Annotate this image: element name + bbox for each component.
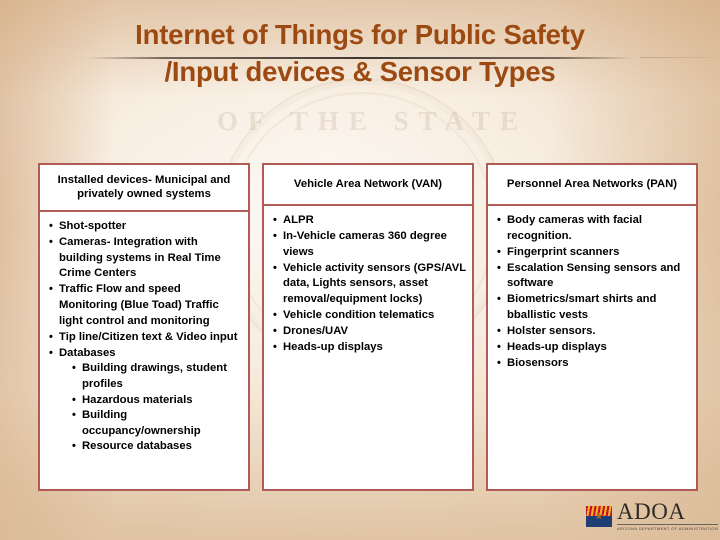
list-item-label: Cameras- Integration with building syste… [59, 236, 221, 280]
list-item: • ALPR [272, 213, 466, 229]
bullet-icon: • [72, 393, 76, 406]
sub-list-item: • Building occupancy/ownership [71, 408, 242, 439]
bullet-icon: • [273, 309, 277, 322]
bullet-icon: • [497, 341, 501, 354]
list-item: • Shot-spotter [48, 219, 242, 235]
column-header: Installed devices- Municipal and private… [40, 165, 248, 212]
list-item-label: Body cameras with facial recognition. [507, 214, 642, 242]
table-column: Personnel Area Networks (PAN) • Body camer… [486, 163, 698, 491]
sub-list-item-label: Hazardous materials [82, 393, 193, 406]
list-item: • Drones/UAV [272, 324, 466, 340]
list-item-label: Shot-spotter [59, 220, 127, 232]
bullet-icon: • [497, 293, 501, 306]
bullet-icon: • [49, 346, 53, 359]
list-item: • Escalation Sensing sensors and software [496, 261, 690, 292]
list-item-label: Vehicle condition telematics [283, 309, 435, 322]
table-column: Vehicle Area Network (VAN) • ALPR • In-Vehic… [262, 163, 474, 491]
sub-bullet-list: • Building drawings, student profiles • Haz… [59, 361, 242, 455]
list-item: • Heads-up displays [496, 340, 690, 356]
bullet-icon: • [49, 236, 53, 249]
page-title: Internet of Things for Public Safety /In… [0, 16, 720, 90]
sub-list-item-label: Building occupancy/ownership [82, 409, 201, 437]
adoa-wordmark: ADOA [617, 499, 686, 524]
seal-watermark-text: OF THE STATE [217, 106, 529, 136]
bullet-icon: • [72, 362, 76, 375]
bullet-icon: • [273, 325, 277, 338]
list-item: • Heads-up displays [272, 340, 466, 356]
title-line-2: /Input devices & Sensor Types [164, 56, 556, 87]
list-item-label: Escalation Sensing sensors and software [507, 261, 681, 290]
list-item: • In-Vehicle cameras 360 degree views [272, 229, 466, 260]
adoa-subtitle: ARIZONA DEPARTMENT OF ADMINISTRATION [617, 524, 719, 531]
bullet-icon: • [273, 214, 277, 226]
list-item-label: Heads-up displays [507, 341, 607, 354]
list-item-label: Drones/UAV [283, 325, 349, 338]
arizona-flag-icon [586, 505, 612, 527]
list-item-label: In-Vehicle cameras 360 degree views [283, 230, 447, 258]
sub-list-item-label: Building drawings, student profiles [82, 362, 227, 390]
slide-canvas: OF THE STATE Internet of Things for Publ… [0, 0, 720, 540]
bullet-icon: • [497, 261, 501, 274]
list-item-label: Databases [59, 346, 116, 359]
list-item-label: Biometrics/smart shirts and bballistic v… [507, 293, 657, 322]
bullet-list: • Shot-spotter • Cameras- Integration with … [48, 219, 242, 455]
adoa-logo-text: ADOA ARIZONA DEPARTMENT OF ADMINISTRATIO… [617, 499, 719, 532]
list-item: • Vehicle activity sensors (GPS/AVL data,… [272, 261, 466, 308]
column-body: • ALPR • In-Vehicle cameras 360 degree view… [264, 206, 472, 489]
column-header: Vehicle Area Network (VAN) [264, 165, 472, 206]
list-item: • Body cameras with facial recognition. [496, 213, 690, 244]
column-header: Personnel Area Networks (PAN) [488, 165, 696, 206]
sensor-types-table: Installed devices- Municipal and private… [38, 163, 698, 491]
bullet-icon: • [49, 330, 53, 343]
list-item: • Databases • Building drawings, student pr… [48, 346, 242, 455]
list-item: • Holster sensors. [496, 324, 690, 340]
bullet-icon: • [273, 261, 277, 274]
list-item-label: Biosensors [507, 357, 569, 370]
table-column: Installed devices- Municipal and private… [38, 163, 250, 491]
bullet-icon: • [72, 440, 76, 453]
bullet-icon: • [49, 283, 53, 296]
sub-list-item-label: Resource databases [82, 440, 192, 453]
bullet-icon: • [72, 409, 76, 422]
bullet-icon: • [497, 214, 501, 226]
column-body: • Shot-spotter • Cameras- Integration with … [40, 212, 248, 489]
list-item-label: Fingerprint scanners [507, 245, 620, 258]
bullet-icon: • [49, 220, 53, 232]
bullet-list: • ALPR • In-Vehicle cameras 360 degree view… [272, 213, 466, 356]
list-item: • Biosensors [496, 356, 690, 372]
bullet-list: • Body cameras with facial recognition. • F… [496, 213, 690, 372]
list-item: • Fingerprint scanners [496, 245, 690, 261]
sub-list-item: • Resource databases [71, 439, 242, 455]
list-item-label: Tip line/Citizen text & Video input [59, 330, 238, 343]
list-item-label: Traffic Flow and speed Monitoring (Blue … [59, 283, 219, 327]
bullet-icon: • [497, 245, 501, 258]
list-item-label: ALPR [283, 214, 314, 226]
bullet-icon: • [497, 357, 501, 370]
list-item: • Vehicle condition telematics [272, 308, 466, 324]
list-item: • Cameras- Integration with building syst… [48, 235, 242, 282]
list-item-label: Vehicle activity sensors (GPS/AVL data, … [283, 261, 466, 305]
list-item-label: Heads-up displays [283, 341, 383, 354]
title-line-1: Internet of Things for Public Safety [135, 19, 585, 50]
adoa-logo: ADOA ARIZONA DEPARTMENT OF ADMINISTRATIO… [586, 498, 719, 534]
list-item: • Tip line/Citizen text & Video input [48, 330, 242, 346]
bullet-icon: • [497, 325, 501, 338]
bullet-icon: • [273, 341, 277, 354]
sub-list-item: • Building drawings, student profiles [71, 361, 242, 392]
bullet-icon: • [273, 230, 277, 243]
list-item: • Biometrics/smart shirts and bballistic … [496, 292, 690, 323]
list-item: • Traffic Flow and speed Monitoring (Blue… [48, 282, 242, 329]
list-item-label: Holster sensors. [507, 325, 596, 338]
sub-list-item: • Hazardous materials [71, 393, 242, 409]
column-body: • Body cameras with facial recognition. • F… [488, 206, 696, 489]
